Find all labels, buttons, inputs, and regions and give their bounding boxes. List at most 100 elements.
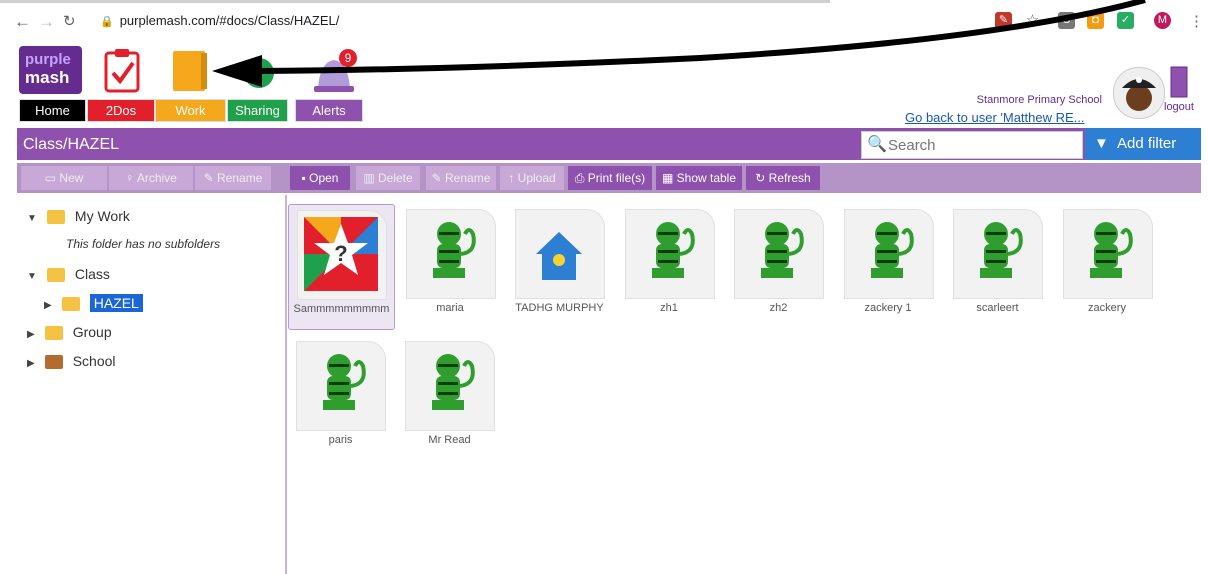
extension-icon[interactable]: S [1058, 12, 1075, 29]
url-text: purplemash.com/#docs/Class/HAZEL/ [119, 13, 340, 28]
file-item[interactable]: zh1 [617, 204, 722, 328]
search-icon: 🔍 [867, 136, 887, 153]
file-item[interactable]: zh2 [726, 204, 831, 328]
file-name: zackery 1 [864, 302, 912, 314]
file-thumbnail[interactable] [1062, 209, 1153, 299]
logout-link[interactable]: logout [1164, 101, 1194, 113]
extension-icon[interactable]: ◘ [1087, 12, 1104, 29]
tree-item-class[interactable]: ▼ Class [27, 266, 110, 283]
tab-alerts[interactable]: Alerts [295, 99, 363, 122]
file-item[interactable]: scarleert [945, 204, 1050, 328]
file-thumbnail[interactable]: ? [297, 210, 387, 300]
folder-icon: ▭ [44, 171, 60, 185]
house-file-icon [536, 232, 582, 280]
rename-button[interactable]: ✎ Rename [426, 166, 496, 190]
file-thumbnail[interactable] [296, 341, 386, 431]
alerts-bell-icon[interactable]: 9 [310, 48, 360, 94]
file-thumbnail[interactable] [953, 209, 1043, 299]
upload-button[interactable]: ↑ Upload [500, 166, 564, 190]
svg-text:?: ? [334, 241, 347, 266]
open-label: Open [309, 171, 339, 185]
file-thumbnail[interactable] [624, 209, 715, 299]
avatar[interactable] [1113, 67, 1165, 119]
open-button[interactable]: ▪ Open [290, 166, 350, 190]
show-table-label: Show table [676, 171, 737, 185]
new-folder-button[interactable]: ▭ New [21, 166, 107, 190]
archive-button[interactable]: ♀ Archive [109, 166, 193, 190]
tab-home[interactable]: Home [19, 99, 86, 122]
add-filter-button[interactable]: ▼ Add filter [1085, 128, 1201, 160]
file-item[interactable]: Mr Read [397, 336, 502, 460]
sharing-globe-icon[interactable] [242, 56, 276, 90]
back-icon[interactable]: ← [14, 12, 31, 32]
extension-icon[interactable]: ✎ [995, 12, 1012, 29]
file-thumbnail[interactable] [405, 341, 495, 431]
quiz-file-icon: ? [304, 217, 378, 291]
file-item[interactable]: zackery 1 [836, 204, 941, 328]
monkey-code-icon [651, 222, 695, 278]
profile-avatar[interactable]: M [1154, 12, 1171, 29]
tree-item-school[interactable]: ▶ School [27, 353, 116, 370]
tab-2dos[interactable]: 2Dos [87, 99, 155, 122]
school-name: Stanmore Primary School [976, 94, 1102, 106]
no-subfolders-text: This folder has no subfolders [66, 237, 221, 251]
file-item[interactable]: maria [398, 204, 503, 328]
breadcrumb: Class/HAZEL [23, 136, 120, 153]
delete-button[interactable]: ▥ Delete [356, 166, 420, 190]
file-thumbnail[interactable] [843, 209, 934, 299]
caret-down-icon[interactable]: ▼ [27, 271, 37, 282]
file-item[interactable]: zackery [1055, 204, 1160, 328]
file-item[interactable]: paris [288, 336, 393, 460]
folder-icon [46, 210, 65, 225]
caret-right-icon[interactable]: ▶ [27, 358, 35, 369]
search-input[interactable] [886, 134, 1080, 156]
work-folder-icon[interactable] [171, 49, 211, 93]
file-thumbnail[interactable] [515, 209, 605, 299]
logo-text: mash [25, 68, 70, 87]
search-box[interactable]: 🔍 [861, 131, 1083, 159]
address-bar[interactable]: 🔒 purplemash.com/#docs/Class/HAZEL/ [100, 13, 339, 28]
rename-folder-button[interactable]: ✎ Rename [195, 166, 271, 190]
extension-icon[interactable]: ✓ [1117, 12, 1134, 29]
reload-icon[interactable]: ↻ [63, 12, 76, 32]
file-item[interactable]: TADHG MURPHY [507, 204, 612, 328]
add-filter-label: Add filter [1117, 135, 1177, 152]
monkey-code-icon [432, 354, 475, 410]
tab-sharing[interactable]: Sharing [227, 99, 288, 122]
2dos-clipboard-icon[interactable] [103, 47, 141, 93]
file-thumbnail[interactable] [734, 209, 824, 299]
monkey-code-icon [980, 222, 1023, 278]
file-thumbnail[interactable] [405, 209, 496, 299]
loading-bar [0, 0, 830, 3]
bookmark-star-icon[interactable]: ☆ [1024, 12, 1041, 29]
refresh-icon: ↻ [755, 171, 769, 185]
logo-text: purple [25, 51, 71, 68]
logout-door-icon[interactable] [1168, 65, 1192, 99]
purplemash-logo[interactable]: purple mash [19, 46, 82, 94]
refresh-button[interactable]: ↻ Refresh [746, 166, 820, 190]
tree-item-my-work[interactable]: ▼ My Work [27, 208, 130, 225]
menu-dots-icon[interactable]: ⋮ [1189, 12, 1204, 32]
monkey-code-icon [1089, 222, 1133, 278]
file-item[interactable]: ? Sammmmmmmmm [288, 204, 395, 330]
caret-right-icon[interactable]: ▶ [27, 329, 35, 340]
file-icon: ▪ [301, 171, 310, 185]
upload-icon: ↑ [508, 171, 518, 185]
print-label: Print file(s) [587, 171, 646, 185]
folder-icon [46, 268, 65, 283]
tree-item-group[interactable]: ▶ Group [27, 324, 112, 341]
rename-label: Rename [217, 171, 263, 185]
tree-item-hazel[interactable]: ▶ HAZEL [44, 294, 143, 312]
show-table-button[interactable]: ▦ Show table [656, 166, 742, 190]
forward-icon[interactable]: → [38, 12, 55, 32]
file-name: scarleert [976, 302, 1019, 314]
tree-label: School [72, 353, 116, 369]
tree-label: Class [74, 266, 110, 282]
print-button[interactable]: ⎙ Print file(s) [568, 166, 652, 190]
caret-down-icon[interactable]: ▼ [27, 213, 37, 224]
tab-work[interactable]: Work [155, 99, 226, 122]
go-back-link[interactable]: Go back to user 'Matthew RE... [905, 110, 1085, 125]
caret-right-icon[interactable]: ▶ [44, 300, 52, 311]
class-group-icon [61, 297, 80, 312]
monkey-code-icon [870, 222, 914, 278]
